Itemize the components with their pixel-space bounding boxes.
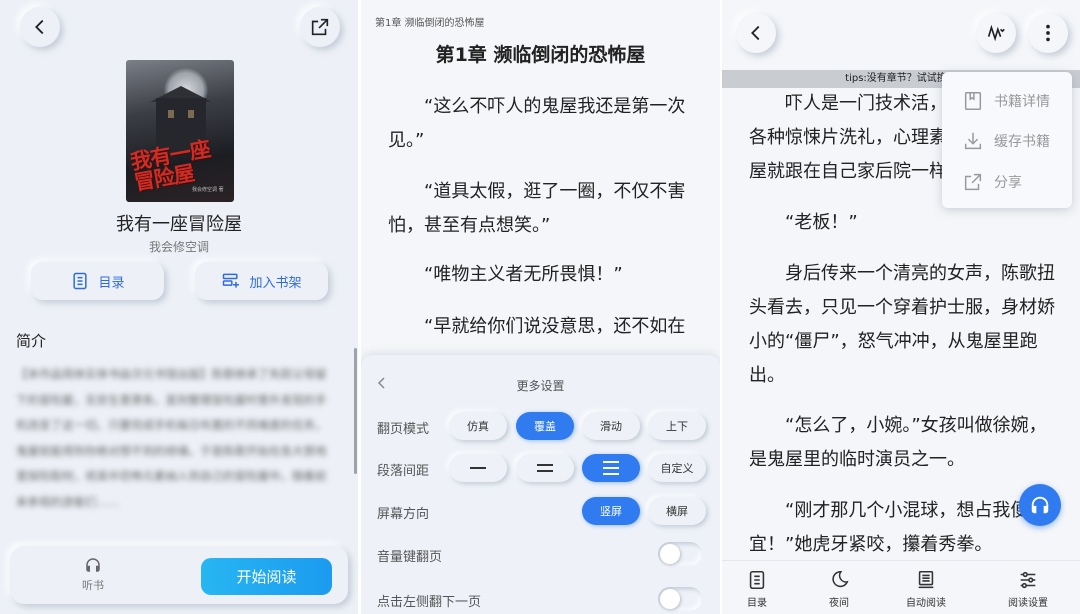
share-icon	[964, 173, 982, 191]
book-detail-panel: 我有一座冒险屋 我会修空调 著 我有一座冒险屋 我会修空调 目录 加入书架 简介…	[0, 0, 358, 614]
cover-window	[188, 110, 194, 118]
spacing-large-option[interactable]	[582, 454, 640, 482]
listen-label: 听书	[82, 579, 104, 592]
scrollbar[interactable]	[354, 348, 357, 474]
back-button[interactable]	[20, 7, 60, 47]
list-icon	[749, 570, 765, 590]
spacing-medium-option[interactable]	[516, 454, 574, 482]
intro-heading: 简介	[16, 332, 47, 350]
cover-window	[168, 110, 174, 118]
spacing-custom-option[interactable]: 自定义	[648, 454, 706, 482]
menu-item-share[interactable]: 分享	[962, 171, 1022, 193]
paragraph: 身后传来一个清亮的女声，陈歌扭头看去，只见一个穿着护士服，身材娇小的“僵尸”，怒…	[749, 263, 1055, 386]
headphones-icon	[1031, 496, 1049, 514]
orientation-label: 屏幕方向	[377, 507, 430, 522]
bookshelf-add-icon	[223, 273, 240, 288]
toggle-knob	[660, 589, 680, 609]
toggle-knob	[660, 544, 680, 564]
add-shelf-label: 加入书架	[249, 275, 302, 291]
nav-night[interactable]: 夜间	[828, 569, 850, 609]
paragraph: “这么不吓人的鬼屋我还是第一次见。”	[388, 96, 686, 151]
back-button[interactable]	[736, 13, 776, 53]
listen-button[interactable]: 听书	[68, 556, 118, 593]
nav-auto-read[interactable]: 自动阅读	[906, 569, 946, 609]
menu-label: 书籍详情	[994, 94, 1050, 110]
paragraph: “唯物主义者无所畏惧！”	[424, 264, 623, 285]
orientation-landscape[interactable]: 横屏	[648, 497, 706, 525]
auto-read-icon	[918, 570, 934, 589]
chevron-left-icon	[35, 19, 44, 35]
change-source-button[interactable]	[976, 13, 1016, 53]
reader-bottom-nav: 目录 夜间 自动阅读 阅读设置	[722, 560, 1080, 614]
chapter-header-small: 第1章 濒临倒闭的恐怖屋	[375, 18, 485, 29]
paragraph: “怎么了，小婉。”女孩叫做徐婉，是鬼屋里的临时演员之一。	[749, 415, 1047, 470]
spacing-large-icon	[603, 461, 619, 475]
moon-icon	[832, 570, 849, 588]
menu-item-cache-book[interactable]: 缓存书籍	[962, 130, 1050, 152]
chevron-left-icon	[751, 25, 760, 41]
more-options-button[interactable]	[1028, 13, 1068, 53]
spacing-label: 段落间距	[377, 464, 430, 479]
book-author[interactable]: 我会修空调	[0, 238, 358, 255]
page-mode-cover[interactable]: 覆盖	[516, 412, 574, 440]
orientation-portrait[interactable]: 竖屏	[582, 497, 640, 525]
settings-title: 更多设置	[516, 379, 565, 393]
reader-settings-panel: 第1章 濒临倒闭的恐怖屋 第1章 濒临倒闭的恐怖屋 “这么不吓人的鬼屋我还是第一…	[361, 0, 720, 614]
headphones-icon	[86, 558, 100, 572]
page-mode-simulate[interactable]: 仿真	[449, 412, 507, 440]
reader-menu-panel: tips:没有章节？试试换源 吓人是一门技术活， 各种惊悚片洗礼，心理素 屋就跟…	[722, 0, 1080, 614]
more-vertical-icon	[1046, 24, 1050, 42]
menu-label: 缓存书籍	[994, 134, 1050, 150]
paragraph-line: “刚才那几个小混球，想占我便	[785, 500, 1029, 521]
list-icon	[73, 272, 88, 290]
catalog-label: 目录	[98, 275, 125, 291]
page-mode-label: 翻页模式	[377, 422, 430, 437]
share-icon	[311, 18, 329, 36]
overflow-menu: 书籍详情 缓存书籍 分享	[942, 72, 1072, 208]
wave-switch-icon	[987, 24, 1005, 42]
add-to-shelf-button[interactable]: 加入书架	[195, 262, 328, 300]
page-mode-vertical[interactable]: 上下	[648, 412, 706, 440]
start-reading-button[interactable]: 开始阅读	[201, 558, 332, 595]
nav-label: 目录	[747, 598, 767, 609]
paragraph: “早就给你们说没意思，还不如在	[424, 316, 686, 337]
spacing-small-option[interactable]	[449, 454, 507, 482]
nav-label: 夜间	[829, 598, 849, 609]
spacing-medium-icon	[537, 464, 553, 472]
sliders-icon	[1020, 571, 1036, 589]
intro-text: 【本作品简体实体书由次元书馆出版】陈歌继承了失踪父母留下的冒险屋，无奈生意萧条。…	[16, 367, 327, 509]
volume-key-label: 音量键翻页	[377, 550, 443, 565]
menu-item-book-details[interactable]: 书籍详情	[962, 90, 1050, 112]
nav-label: 自动阅读	[906, 598, 946, 609]
tap-left-toggle[interactable]	[658, 587, 702, 611]
spacing-small-icon	[470, 467, 486, 469]
paragraph: “道具太假，逛了一圈，不仅不害怕，甚至有点想笑。”	[388, 181, 686, 236]
nav-catalog[interactable]: 目录	[746, 569, 768, 609]
tap-left-label: 点击左侧翻下一页	[377, 595, 482, 610]
volume-key-toggle[interactable]	[658, 542, 702, 566]
download-icon	[964, 132, 982, 150]
paragraph-line: 宜！”她虎牙紧咬，攥着秀拳。	[749, 534, 993, 555]
nav-reading-settings[interactable]: 阅读设置	[1008, 569, 1048, 609]
book-title: 我有一座冒险屋	[116, 214, 242, 235]
page-mode-slide[interactable]: 滑动	[582, 412, 640, 440]
menu-label: 分享	[994, 175, 1022, 191]
detail-bottom-bar: 听书 开始阅读	[10, 546, 348, 604]
catalog-button[interactable]: 目录	[31, 262, 164, 300]
paragraph: “老板！”	[785, 212, 858, 233]
chapter-title: 第1章 濒临倒闭的恐怖屋	[435, 44, 646, 66]
bookmark-page-icon	[964, 92, 982, 110]
book-cover[interactable]: 我有一座冒险屋 我会修空调 著	[126, 60, 234, 202]
nav-label: 阅读设置	[1008, 598, 1048, 609]
share-button[interactable]	[300, 7, 340, 47]
cover-author-art: 我会修空调 著	[192, 187, 224, 193]
more-settings-sheet: 更多设置 翻页模式 仿真 覆盖 滑动 上下 段落间距 自定义 屏幕方向 竖屏 横…	[361, 355, 720, 614]
listen-fab[interactable]	[1019, 484, 1061, 526]
